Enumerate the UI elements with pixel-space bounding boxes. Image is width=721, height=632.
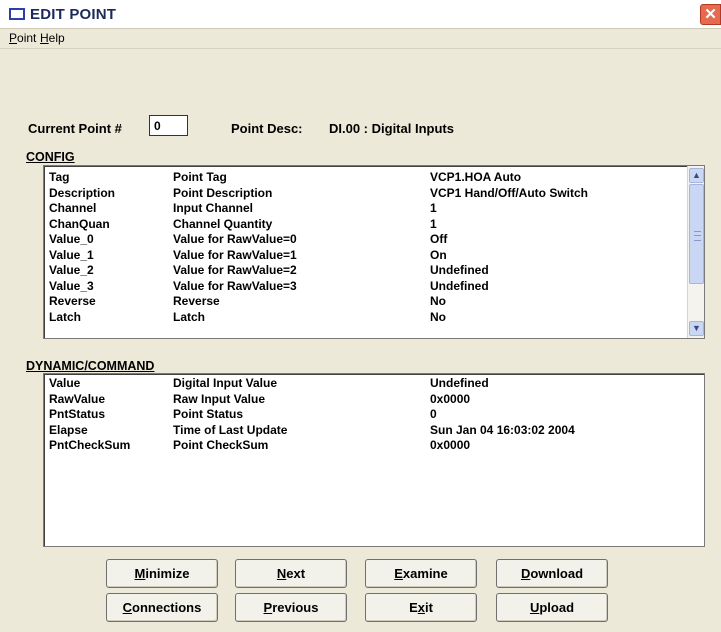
previous-button[interactable]: Previous — [235, 593, 347, 622]
cell-name: Latch — [49, 309, 82, 324]
download-button[interactable]: Download — [496, 559, 608, 588]
cell-desc: Value for RawValue=0 — [173, 232, 297, 246]
cell-desc: Value for RawValue=3 — [173, 278, 297, 293]
config-row[interactable]: Value_3 Value for RawValue=3 Undefined — [44, 278, 704, 293]
config-scrollbar[interactable]: ▲ ▼ — [687, 166, 704, 338]
cell-value: No — [430, 294, 446, 308]
dynamic-row[interactable]: PntCheckSum Point CheckSum 0x0000 — [44, 439, 704, 452]
config-list[interactable]: Tag Point Tag VCP1.HOA Auto Description Poin… — [43, 165, 705, 339]
config-row[interactable]: Reverse Reverse No — [44, 295, 704, 308]
grip-icon — [694, 231, 701, 241]
cell-name: Value — [49, 376, 81, 390]
config-row[interactable]: Value_2 Value for RawValue=2 Undefined — [44, 264, 704, 277]
point-desc-label: Point Desc: — [231, 121, 303, 136]
cell-value: Sun Jan 04 16:03:02 2004 — [430, 422, 575, 437]
current-point-label: Current Point # — [28, 121, 122, 136]
cell-desc: Digital Input Value — [173, 376, 278, 390]
minimize-button[interactable]: Minimize — [106, 559, 218, 588]
cell-name: PntCheckSum — [49, 438, 131, 452]
cell-desc: Value for RawValue=2 — [173, 263, 297, 277]
config-row[interactable]: Latch Latch No — [44, 309, 704, 324]
dynamic-row[interactable]: Elapse Time of Last Update Sun Jan 04 16:0… — [44, 422, 704, 437]
cell-value: Undefined — [430, 278, 489, 293]
cell-value: VCP1.HOA Auto — [430, 170, 522, 184]
cell-desc: Point CheckSum — [173, 438, 269, 452]
cell-name: Tag — [49, 170, 70, 184]
cell-name: RawValue — [49, 391, 106, 406]
cell-value: VCP1 Hand/Off/Auto Switch — [430, 185, 589, 200]
cell-desc: Input Channel — [173, 201, 253, 215]
cell-name: Description — [49, 185, 116, 200]
cell-desc: Value for RawValue=1 — [173, 247, 297, 262]
cell-value: 1 — [430, 201, 437, 215]
cell-value: 0 — [430, 407, 437, 421]
cell-name: Elapse — [49, 422, 88, 437]
cell-desc: Channel Quantity — [173, 216, 273, 231]
dynamic-section-label: DYNAMIC/COMMAND — [26, 359, 155, 373]
config-row[interactable]: Channel Input Channel 1 — [44, 202, 704, 215]
config-row[interactable]: Tag Point Tag VCP1.HOA Auto — [44, 171, 704, 184]
cell-value: Undefined — [430, 263, 489, 277]
menu-point[interactable]: Point — [9, 31, 36, 45]
cell-desc: Point Description — [173, 185, 273, 200]
cell-name: Value_2 — [49, 263, 94, 277]
cell-value: 1 — [430, 216, 437, 231]
next-button[interactable]: Next — [235, 559, 347, 588]
config-row[interactable]: ChanQuan Channel Quantity 1 — [44, 216, 704, 231]
cell-name: Reverse — [49, 294, 96, 308]
point-desc-value: DI.00 : Digital Inputs — [329, 121, 454, 136]
dynamic-row[interactable]: PntStatus Point Status 0 — [44, 408, 704, 421]
config-row[interactable]: Value_0 Value for RawValue=0 Off — [44, 233, 704, 246]
scroll-down-icon[interactable]: ▼ — [689, 321, 704, 336]
cell-desc: Latch — [173, 309, 206, 324]
cell-desc: Raw Input Value — [173, 391, 266, 406]
cell-name: Value_3 — [49, 278, 94, 293]
config-section-label: CONFIG — [26, 150, 75, 164]
cell-name: PntStatus — [49, 407, 106, 421]
cell-desc: Point Tag — [173, 170, 227, 184]
title-bar[interactable]: EDIT POINT ✕ — [0, 0, 721, 29]
cell-value: 0x0000 — [430, 391, 471, 406]
close-button[interactable]: ✕ — [700, 4, 721, 25]
cell-name: Value_1 — [49, 247, 94, 262]
exit-button[interactable]: Exit — [365, 593, 477, 622]
menu-help[interactable]: Help — [40, 31, 65, 45]
menu-bar: Point Help — [0, 29, 721, 49]
connections-button[interactable]: Connections — [106, 593, 218, 622]
cell-desc: Point Status — [173, 407, 244, 421]
config-row[interactable]: Value_1 Value for RawValue=1 On — [44, 247, 704, 262]
cell-value: No — [430, 309, 446, 324]
dynamic-list[interactable]: Value Digital Input Value Undefined RawValu… — [43, 373, 705, 547]
scroll-up-icon[interactable]: ▲ — [689, 168, 704, 183]
window-title: EDIT POINT — [30, 6, 117, 23]
cell-name: Channel — [49, 201, 97, 215]
upload-button[interactable]: Upload — [496, 593, 608, 622]
window-icon — [9, 8, 25, 20]
cell-value: Undefined — [430, 376, 489, 390]
dynamic-row[interactable]: RawValue Raw Input Value 0x0000 — [44, 391, 704, 406]
cell-value: Off — [430, 232, 448, 246]
cell-name: ChanQuan — [49, 216, 110, 231]
cell-desc: Reverse — [173, 294, 220, 308]
cell-value: 0x0000 — [430, 438, 471, 452]
cell-desc: Time of Last Update — [173, 422, 288, 437]
current-point-input[interactable]: 0 — [149, 115, 188, 136]
scroll-thumb[interactable] — [689, 184, 704, 284]
config-row[interactable]: Description Point Description VCP1 Hand/Of… — [44, 185, 704, 200]
dynamic-row[interactable]: Value Digital Input Value Undefined — [44, 377, 704, 390]
cell-value: On — [430, 247, 447, 262]
cell-name: Value_0 — [49, 232, 94, 246]
examine-button[interactable]: Examine — [365, 559, 477, 588]
